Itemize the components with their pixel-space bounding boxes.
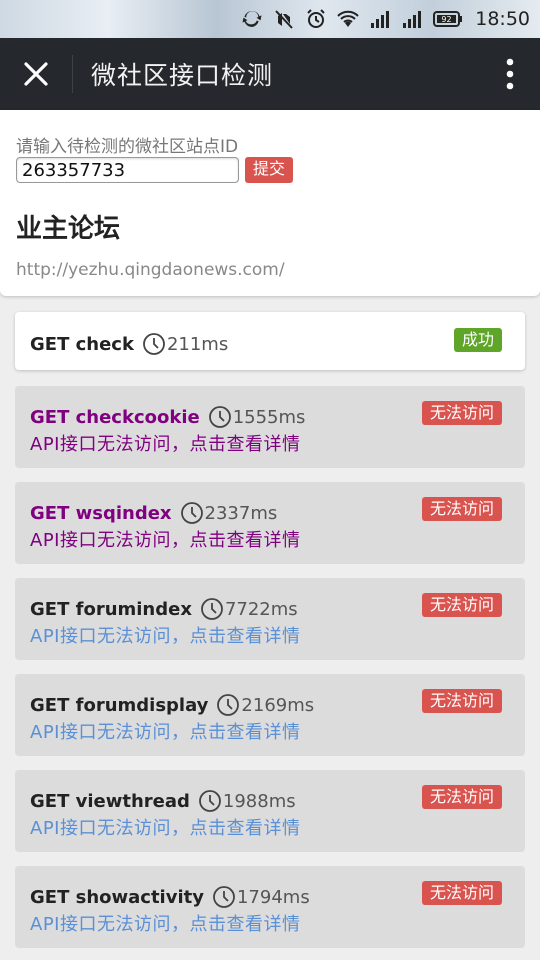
sync-icon: [241, 8, 263, 30]
api-method: GET forumindex: [30, 598, 192, 620]
clock-icon: [201, 598, 223, 620]
response-time: 1794ms: [236, 886, 310, 908]
signal-icon: [401, 8, 423, 30]
api-method: GET forumdisplay: [30, 694, 209, 716]
site-name: 业主论坛: [16, 214, 121, 244]
api-method: GET wsqindex: [30, 502, 172, 524]
result-card-wsqindex[interactable]: GET wsqindex 2337ms 无法访问 API接口无法访问，点击查看详…: [15, 482, 525, 564]
site-form-card: 请输入待检测的微社区站点ID 提交 业主论坛 http://yezhu.qing…: [0, 110, 540, 296]
api-method: GET showactivity: [30, 886, 204, 908]
detail-link[interactable]: API接口无法访问，点击查看详情: [30, 526, 300, 552]
response-time: 2169ms: [241, 694, 315, 716]
result-card-checkcookie[interactable]: GET checkcookie 1555ms 无法访问 API接口无法访问，点击…: [15, 386, 525, 468]
response-time: 2337ms: [204, 502, 278, 524]
status-badge: 成功: [453, 328, 502, 352]
close-icon: [24, 62, 48, 86]
detail-link[interactable]: API接口无法访问，点击查看详情: [30, 814, 300, 840]
battery-icon: 92: [433, 8, 463, 30]
submit-button[interactable]: 提交: [245, 157, 294, 183]
status-badge: 无法访问: [421, 497, 502, 521]
signal-icon: [369, 8, 391, 30]
api-method: GET viewthread: [30, 790, 190, 812]
detail-link[interactable]: API接口无法访问，点击查看详情: [30, 430, 300, 456]
more-vertical-icon: [506, 58, 514, 90]
detail-link[interactable]: API接口无法访问，点击查看详情: [30, 910, 300, 936]
clock-icon: [217, 694, 240, 716]
page-title: 微社区接口检测: [91, 61, 274, 90]
clock-icon: [213, 886, 235, 908]
site-id-prompt: 请输入待检测的微社区站点ID: [16, 137, 239, 157]
status-badge: 无法访问: [421, 401, 502, 425]
response-time: 1555ms: [232, 406, 306, 428]
result-card-viewthread[interactable]: GET viewthread 1988ms 无法访问 API接口无法访问，点击查…: [15, 770, 525, 852]
svg-text:92: 92: [442, 15, 452, 24]
clock-icon: [208, 406, 231, 428]
clock-time: 18:50: [475, 8, 530, 30]
detail-link[interactable]: API接口无法访问，点击查看详情: [30, 718, 300, 744]
api-method: GET checkcookie: [30, 406, 200, 428]
status-badge: 无法访问: [421, 785, 502, 809]
api-method: GET check: [30, 333, 134, 355]
status-badge: 无法访问: [421, 881, 502, 905]
status-badge: 无法访问: [421, 593, 502, 617]
response-time: 211ms: [166, 333, 229, 355]
clock-icon: [143, 333, 165, 355]
mute-icon: [273, 8, 295, 30]
detail-link[interactable]: API接口无法访问，点击查看详情: [30, 622, 300, 648]
more-menu-button[interactable]: [480, 38, 540, 110]
title-bar: 微社区接口检测: [0, 38, 540, 110]
result-card-check[interactable]: GET check 211ms 成功: [15, 312, 525, 370]
close-button[interactable]: [0, 38, 72, 110]
response-time: 7722ms: [224, 598, 298, 620]
clock-icon: [180, 502, 203, 524]
result-card-forumindex[interactable]: GET forumindex 7722ms 无法访问 API接口无法访问，点击查…: [15, 578, 525, 660]
title-divider: [72, 55, 73, 93]
alarm-icon: [305, 8, 327, 30]
site-id-input[interactable]: [16, 157, 239, 183]
wifi-icon: [337, 8, 359, 30]
response-time: 1988ms: [222, 790, 296, 812]
status-bar: 92 18:50: [0, 0, 540, 38]
result-card-forumdisplay[interactable]: GET forumdisplay 2169ms 无法访问 API接口无法访问，点…: [15, 674, 525, 756]
result-card-showactivity[interactable]: GET showactivity 1794ms 无法访问 API接口无法访问，点…: [15, 866, 525, 948]
site-url: http://yezhu.qingdaonews.com/: [16, 260, 285, 280]
status-badge: 无法访问: [421, 689, 502, 713]
clock-icon: [198, 790, 221, 812]
